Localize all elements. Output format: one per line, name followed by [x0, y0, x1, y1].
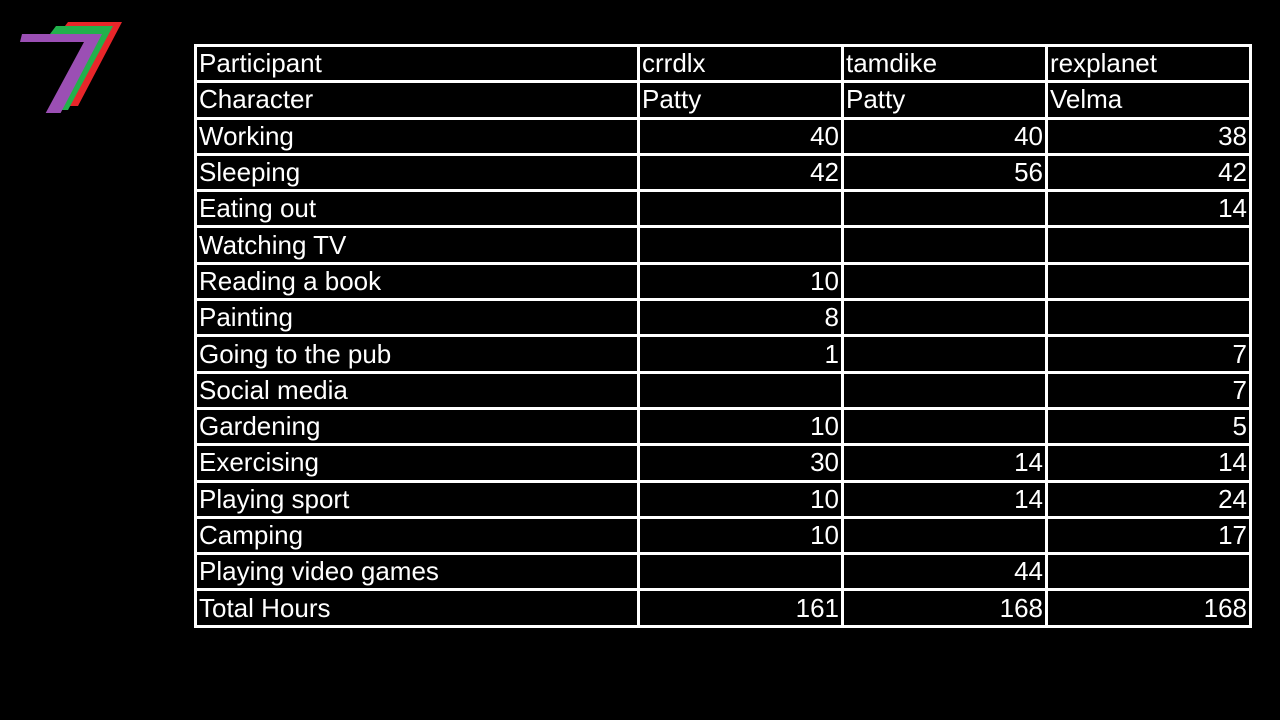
header-cell: Patty	[637, 80, 844, 120]
value-cell: 44	[841, 552, 1048, 592]
value-cell: 10	[637, 406, 844, 447]
table-row: Watching TV	[194, 225, 1252, 265]
hours-table: Participant crrdlx tamdike rexplanet Charact…	[194, 43, 1252, 628]
row-label: Eating out	[194, 189, 640, 229]
table-row: Gardening 10 5	[194, 406, 1252, 447]
value-cell: 40	[637, 116, 844, 156]
value-cell	[841, 515, 1048, 556]
table-row: Going to the pub 1 7	[194, 334, 1252, 374]
value-cell: 38	[1045, 116, 1252, 156]
value-cell: 1	[637, 334, 844, 374]
row-label: Social media	[194, 370, 640, 410]
value-cell: 168	[841, 588, 1048, 628]
row-label: Painting	[194, 298, 640, 338]
value-cell: 10	[637, 261, 844, 302]
value-cell	[841, 406, 1048, 447]
row-label: Sleeping	[194, 152, 640, 193]
value-cell: 10	[637, 515, 844, 556]
table-row: Working 40 40 38	[194, 116, 1252, 156]
header-cell: tamdike	[841, 43, 1048, 84]
value-cell: 56	[841, 152, 1048, 193]
value-cell: 10	[637, 479, 844, 519]
table-total-row: Total Hours 161 168 168	[194, 588, 1252, 628]
value-cell	[1045, 261, 1252, 302]
value-cell	[1045, 225, 1252, 265]
table-row: Playing video games 44	[194, 552, 1252, 592]
value-cell	[841, 261, 1048, 302]
table-row: Reading a book 10	[194, 261, 1252, 302]
table-row: Social media 7	[194, 370, 1252, 410]
value-cell: 40	[841, 116, 1048, 156]
value-cell: 14	[841, 479, 1048, 519]
row-label: Watching TV	[194, 225, 640, 265]
row-label: Character	[194, 80, 640, 120]
value-cell	[841, 334, 1048, 374]
value-cell: 14	[1045, 189, 1252, 229]
table-header-row: Character Patty Patty Velma	[194, 80, 1252, 120]
row-label: Total Hours	[194, 588, 640, 628]
value-cell	[841, 225, 1048, 265]
value-cell	[637, 189, 844, 229]
value-cell: 30	[637, 443, 844, 483]
value-cell	[841, 298, 1048, 338]
table-row: Sleeping 42 56 42	[194, 152, 1252, 193]
table-row: Exercising 30 14 14	[194, 443, 1252, 483]
table-row: Playing sport 10 14 24	[194, 479, 1252, 519]
row-label: Gardening	[194, 406, 640, 447]
table-row: Camping 10 17	[194, 515, 1252, 556]
value-cell	[637, 370, 844, 410]
row-label: Camping	[194, 515, 640, 556]
row-label: Playing sport	[194, 479, 640, 519]
header-cell: Patty	[841, 80, 1048, 120]
value-cell	[841, 189, 1048, 229]
value-cell: 168	[1045, 588, 1252, 628]
value-cell: 14	[1045, 443, 1252, 483]
value-cell: 7	[1045, 334, 1252, 374]
value-cell: 14	[841, 443, 1048, 483]
value-cell: 24	[1045, 479, 1252, 519]
channel-7-logo	[20, 22, 122, 113]
value-cell	[841, 370, 1048, 410]
header-cell: crrdlx	[637, 43, 844, 84]
row-label: Participant	[194, 43, 640, 84]
table-header-row: Participant crrdlx tamdike rexplanet	[194, 43, 1252, 84]
value-cell: 8	[637, 298, 844, 338]
value-cell: 5	[1045, 406, 1252, 447]
row-label: Working	[194, 116, 640, 156]
value-cell: 42	[637, 152, 844, 193]
value-cell	[1045, 298, 1252, 338]
table-row: Eating out 14	[194, 189, 1252, 229]
table-row: Painting 8	[194, 298, 1252, 338]
header-cell: rexplanet	[1045, 43, 1252, 84]
value-cell: 42	[1045, 152, 1252, 193]
value-cell	[637, 225, 844, 265]
value-cell	[1045, 552, 1252, 592]
row-label: Going to the pub	[194, 334, 640, 374]
value-cell: 17	[1045, 515, 1252, 556]
header-cell: Velma	[1045, 80, 1252, 120]
row-label: Reading a book	[194, 261, 640, 302]
value-cell	[637, 552, 844, 592]
row-label: Exercising	[194, 443, 640, 483]
value-cell: 7	[1045, 370, 1252, 410]
value-cell: 161	[637, 588, 844, 628]
row-label: Playing video games	[194, 552, 640, 592]
